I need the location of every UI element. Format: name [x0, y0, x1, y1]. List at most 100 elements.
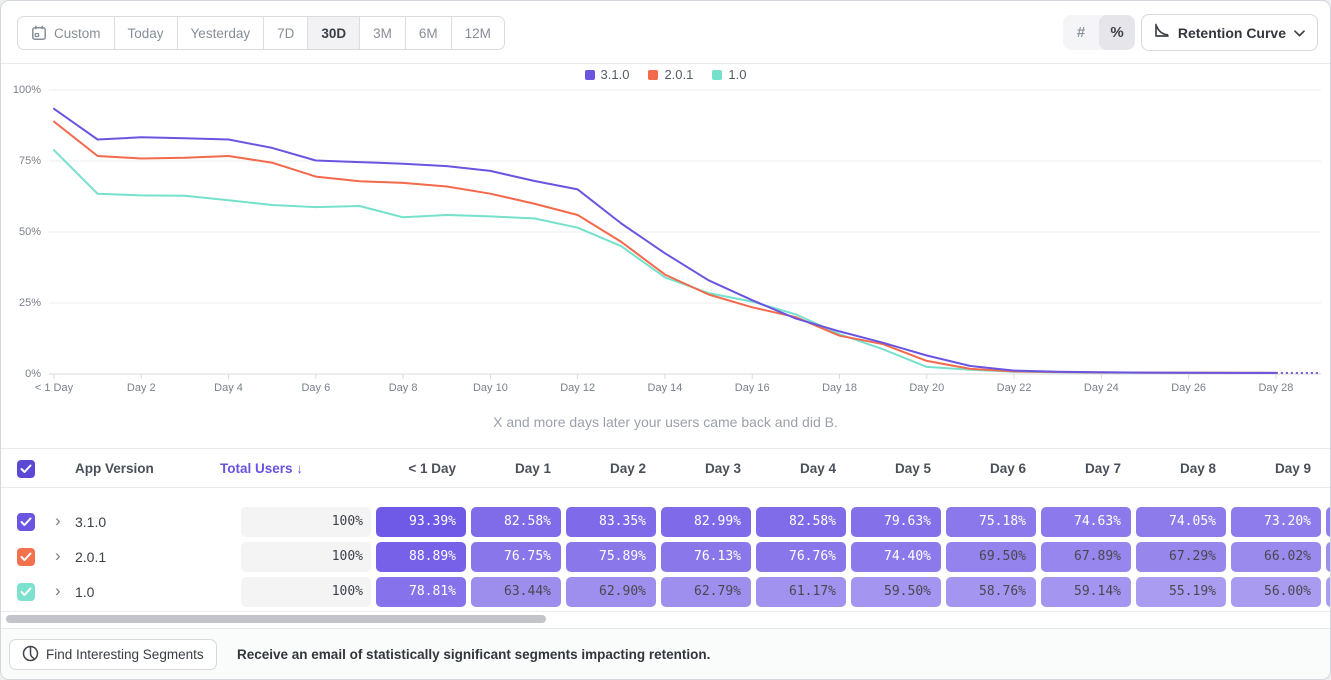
total-users-cell: 100% [241, 577, 371, 607]
chevron-down-icon [1294, 24, 1305, 42]
retention-cell[interactable]: 55.19% [1136, 577, 1226, 607]
unit-toggle: #% [1063, 15, 1135, 50]
table-header: App Version Total Users ↓ < 1 Day Day 1 Da… [1, 448, 1330, 488]
find-interesting-segments-label: Find Interesting Segments [46, 647, 204, 662]
chart-type-dropdown[interactable]: Retention Curve [1141, 14, 1318, 51]
retention-cell[interactable]: 93.39% [376, 507, 466, 537]
date-range-label: 3M [373, 26, 392, 41]
find-interesting-segments-button[interactable]: Find Interesting Segments [9, 639, 217, 670]
expand-row-icon[interactable]: › [55, 510, 61, 532]
select-all-checkbox[interactable] [17, 460, 35, 478]
column-header-day: Day 2 [566, 449, 646, 489]
date-range-yesterday[interactable]: Yesterday [177, 17, 264, 49]
chart-area: 3.1.02.0.11.0 100%75%50%25%0% < 1 DayDay… [1, 64, 1330, 448]
row-checkbox-2.0.1[interactable] [17, 548, 35, 566]
retention-cell[interactable]: 76.75% [471, 542, 561, 572]
expand-row-icon[interactable]: › [55, 580, 61, 602]
row-version-label: 3.1.0 [75, 507, 106, 537]
absolute-numbers-toggle[interactable]: # [1063, 15, 1099, 50]
date-range-label: 12M [465, 26, 491, 41]
date-range-3m[interactable]: 3M [359, 17, 405, 49]
retention-cell[interactable]: 59.50% [851, 577, 941, 607]
column-header-day: Day 6 [946, 449, 1026, 489]
column-header-day: Day 5 [851, 449, 931, 489]
retention-cell[interactable]: 82.58% [756, 507, 846, 537]
column-header-total-users[interactable]: Total Users ↓ [220, 449, 303, 489]
retention-cell[interactable]: 75.18% [946, 507, 1036, 537]
retention-cell[interactable]: 78.81% [376, 577, 466, 607]
series-line-3.1.0 [54, 109, 1276, 373]
column-header-day: Day 9 [1231, 449, 1311, 489]
retention-cell-clipped[interactable] [1326, 577, 1331, 607]
retention-cell[interactable]: 74.05% [1136, 507, 1226, 537]
total-users-cell: 100% [241, 542, 371, 572]
table-row-2.0.1: › 2.0.1 100%88.89%76.75%75.89%76.13%76.76%… [1, 542, 1330, 572]
retention-cell[interactable]: 62.79% [661, 577, 751, 607]
retention-cell-clipped[interactable] [1326, 542, 1331, 572]
percentage-toggle[interactable]: % [1099, 15, 1135, 50]
column-header-day: Day 8 [1136, 449, 1216, 489]
retention-cell[interactable]: 76.13% [661, 542, 751, 572]
retention-cell[interactable]: 63.44% [471, 577, 561, 607]
sort-descending-icon: ↓ [296, 461, 303, 476]
row-checkbox-3.1.0[interactable] [17, 513, 35, 531]
retention-cell[interactable]: 73.20% [1231, 507, 1321, 537]
retention-line-chart [1, 64, 1331, 404]
retention-cell[interactable]: 61.17% [756, 577, 846, 607]
column-header-day: Day 1 [471, 449, 551, 489]
total-users-cell: 100% [241, 507, 371, 537]
row-version-label: 2.0.1 [75, 542, 106, 572]
retention-cell[interactable]: 62.90% [566, 577, 656, 607]
date-range-7d[interactable]: 7D [263, 17, 307, 49]
date-range-label: 7D [277, 26, 294, 41]
date-range-label: Custom [54, 26, 101, 41]
retention-cell[interactable]: 59.14% [1041, 577, 1131, 607]
column-header-app-version: App Version [75, 449, 154, 489]
retention-cell[interactable]: 88.89% [376, 542, 466, 572]
retention-report-card: Custom Today Yesterday 7D 30D 3M 6M 12M #% Rete… [0, 0, 1331, 680]
toolbar: Custom Today Yesterday 7D 30D 3M 6M 12M #% Rete… [1, 1, 1330, 64]
retention-cell[interactable]: 58.76% [946, 577, 1036, 607]
retention-cell[interactable]: 74.63% [1041, 507, 1131, 537]
series-line-1.0 [54, 150, 1276, 373]
date-range-12m[interactable]: 12M [451, 17, 504, 49]
retention-cell[interactable]: 56.00% [1231, 577, 1321, 607]
retention-cell[interactable]: 75.89% [566, 542, 656, 572]
chart-type-label: Retention Curve [1178, 25, 1286, 41]
footer-message: Receive an email of statistically signif… [237, 629, 710, 680]
series-line-2.0.1 [54, 122, 1276, 373]
row-checkbox-1.0[interactable] [17, 583, 35, 601]
date-range-label: 30D [321, 26, 346, 41]
retention-cell[interactable]: 66.02% [1231, 542, 1321, 572]
retention-cell[interactable]: 82.58% [471, 507, 561, 537]
retention-cell-clipped[interactable] [1326, 507, 1331, 537]
retention-cell[interactable]: 69.50% [946, 542, 1036, 572]
date-range-control: Custom Today Yesterday 7D 30D 3M 6M 12M [17, 16, 505, 50]
calendar-icon [31, 25, 47, 41]
chart-subtitle: X and more days later your users came ba… [1, 414, 1330, 430]
column-header-day: < 1 Day [376, 449, 456, 489]
date-range-custom[interactable]: Custom [18, 17, 114, 49]
retention-cell[interactable]: 82.99% [661, 507, 751, 537]
retention-cell[interactable]: 67.29% [1136, 542, 1226, 572]
horizontal-scrollbar-thumb[interactable] [6, 615, 546, 623]
retention-cell[interactable]: 67.89% [1041, 542, 1131, 572]
date-range-6m[interactable]: 6M [405, 17, 451, 49]
horizontal-scrollbar [1, 612, 1330, 628]
retention-curve-icon [1153, 22, 1170, 44]
retention-cell[interactable]: 83.35% [566, 507, 656, 537]
column-header-day: Day 7 [1041, 449, 1121, 489]
date-range-30d[interactable]: 30D [307, 17, 359, 49]
row-version-label: 1.0 [75, 577, 94, 607]
retention-cell[interactable]: 74.40% [851, 542, 941, 572]
column-header-day: Day 4 [756, 449, 836, 489]
retention-cell[interactable]: 76.76% [756, 542, 846, 572]
retention-cell[interactable]: 79.63% [851, 507, 941, 537]
date-range-label: 6M [419, 26, 438, 41]
footer-bar: Find Interesting Segments Receive an ema… [1, 628, 1330, 680]
expand-row-icon[interactable]: › [55, 545, 61, 567]
column-header-day: Day 3 [661, 449, 741, 489]
date-range-label: Yesterday [191, 26, 251, 41]
date-range-today[interactable]: Today [114, 17, 177, 49]
date-range-label: Today [128, 26, 164, 41]
